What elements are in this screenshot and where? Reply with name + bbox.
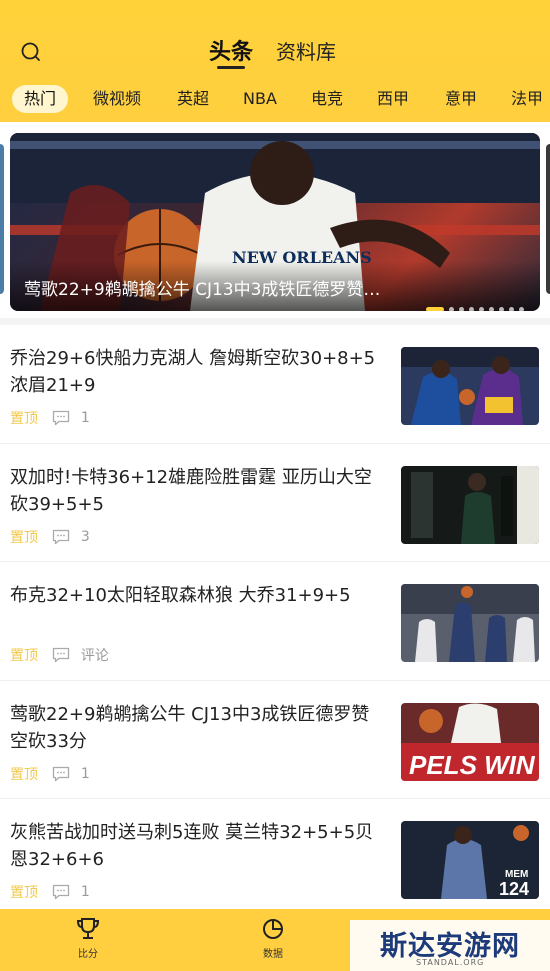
news-title: 双加时!卡特36+12雄鹿险胜雷霆 亚历山大空砍39+5+5 [10,466,372,515]
comment-icon [53,884,70,900]
category-bar: 热门 微视频 英超 NBA 电竞 西甲 意甲 法甲 [0,82,550,114]
category-nba[interactable]: NBA [243,85,277,113]
news-title: 布克32+10太阳轻取森林狼 大乔31+9+5 [10,585,351,606]
comment-count: 评论 [80,648,109,664]
news-thumbnail: MEM 124 [401,821,539,899]
carousel-dot[interactable] [469,307,474,311]
news-list: 乔治29+6快船力克湖人 詹姆斯空砍30+8+5浓眉21+9 置顶 1 双加时!… [0,325,550,918]
comment-icon [53,766,70,781]
score-number-text: 124 [499,879,529,899]
comment-count: 1 [80,884,90,900]
carousel-dot[interactable] [459,307,464,311]
news-item[interactable]: 莺歌22+9鹈鹕擒公牛 CJ13中3成铁匠德罗赞空砍33分 置顶 1 PELS … [0,681,550,799]
banner-slide[interactable]: NEW ORLEANS 莺歌22+9鹈鹕擒公牛 CJ13中3成铁匠德罗赞… [10,133,540,311]
news-meta: 置顶 1 [10,882,90,902]
news-title: 乔治29+6快船力克湖人 詹姆斯空砍30+8+5浓眉21+9 [10,348,376,396]
pie-chart-icon [263,919,283,939]
nav-data-label: 数据 [263,949,283,960]
category-la-liga[interactable]: 西甲 [377,85,409,113]
nav-scores[interactable]: 比分 [53,917,123,960]
comment-count: 3 [80,528,90,545]
category-serie-a[interactable]: 意甲 [445,85,477,113]
trophy-icon [76,918,100,939]
carousel-dot[interactable] [509,307,514,311]
pinned-badge: 置顶 [10,529,38,546]
news-item[interactable]: 灰熊苦战加时送马刺5连败 莫兰特32+5+5贝恩32+6+6 置顶 1 MEM … [0,799,550,918]
comment-count: 1 [80,765,90,782]
pinned-badge: 置顶 [10,411,38,427]
category-micro-video[interactable]: 微视频 [93,85,141,113]
news-thumbnail: PELS WIN [401,702,539,781]
banner-prev-peek [0,144,4,294]
comment-count: 1 [80,410,90,426]
tab-headlines[interactable]: 头条 [209,34,254,69]
category-esports[interactable]: 电竞 [311,85,343,113]
category-hot[interactable]: 热门 [12,85,69,113]
news-thumbnail [401,465,539,544]
nav-scores-label: 比分 [78,949,98,960]
news-meta: 置顶 1 [10,408,90,428]
news-meta: 置顶 评论 [10,645,109,665]
pinned-badge: 置顶 [10,885,38,901]
tab-database[interactable]: 资料库 [276,36,336,65]
news-meta: 置顶 3 [10,527,90,547]
news-item[interactable]: 乔治29+6快船力克湖人 詹姆斯空砍30+8+5浓眉21+9 置顶 1 [0,325,550,444]
nav-data[interactable]: 数据 [238,917,308,960]
news-item[interactable]: 布克32+10太阳轻取森林狼 大乔31+9+5 置顶 评论 [0,562,550,681]
carousel-dot[interactable] [499,307,504,311]
carousel-dot[interactable] [426,307,444,311]
pels-win-text: PELS WIN [409,750,536,780]
header: 头条 资料库 热门 微视频 英超 NBA 电竞 西甲 意甲 法甲 [0,0,550,122]
category-ligue-1[interactable]: 法甲 [511,85,543,113]
watermark-subtext: STANDAL.ORG [416,958,485,967]
news-meta: 置顶 1 [10,764,90,784]
news-thumbnail [401,584,539,662]
pinned-badge: 置顶 [10,648,38,664]
news-title: 莺歌22+9鹈鹕擒公牛 CJ13中3成铁匠德罗赞空砍33分 [10,703,370,752]
carousel-dot[interactable] [489,307,494,311]
banner-carousel: NEW ORLEANS 莺歌22+9鹈鹕擒公牛 CJ13中3成铁匠德罗赞… [0,122,550,318]
news-item[interactable]: 双加时!卡特36+12雄鹿险胜雷霆 亚历山大空砍39+5+5 置顶 3 [0,444,550,562]
banner-caption-text: 莺歌22+9鹈鹕擒公牛 CJ13中3成铁匠德罗赞… [24,280,381,300]
comment-icon [53,647,70,663]
main-tabs: 头条 资料库 [0,34,550,74]
news-title: 灰熊苦战加时送马刺5连败 莫兰特32+5+5贝恩32+6+6 [10,822,374,870]
carousel-indicator [421,299,524,311]
carousel-dot[interactable] [479,307,484,311]
tab-headlines-label: 头条 [209,40,254,65]
news-thumbnail [401,347,539,425]
comment-icon [53,529,70,544]
carousel-dot[interactable] [449,307,454,311]
category-premier-league[interactable]: 英超 [177,85,209,113]
comment-icon [53,410,70,426]
carousel-dot[interactable] [519,307,524,311]
banner-next-peek [546,144,550,294]
pinned-badge: 置顶 [10,766,38,783]
watermark-logo: 斯达安游网 STANDAL.ORG [350,920,550,971]
tab-database-label: 资料库 [276,40,336,64]
tab-active-underline [217,66,246,69]
